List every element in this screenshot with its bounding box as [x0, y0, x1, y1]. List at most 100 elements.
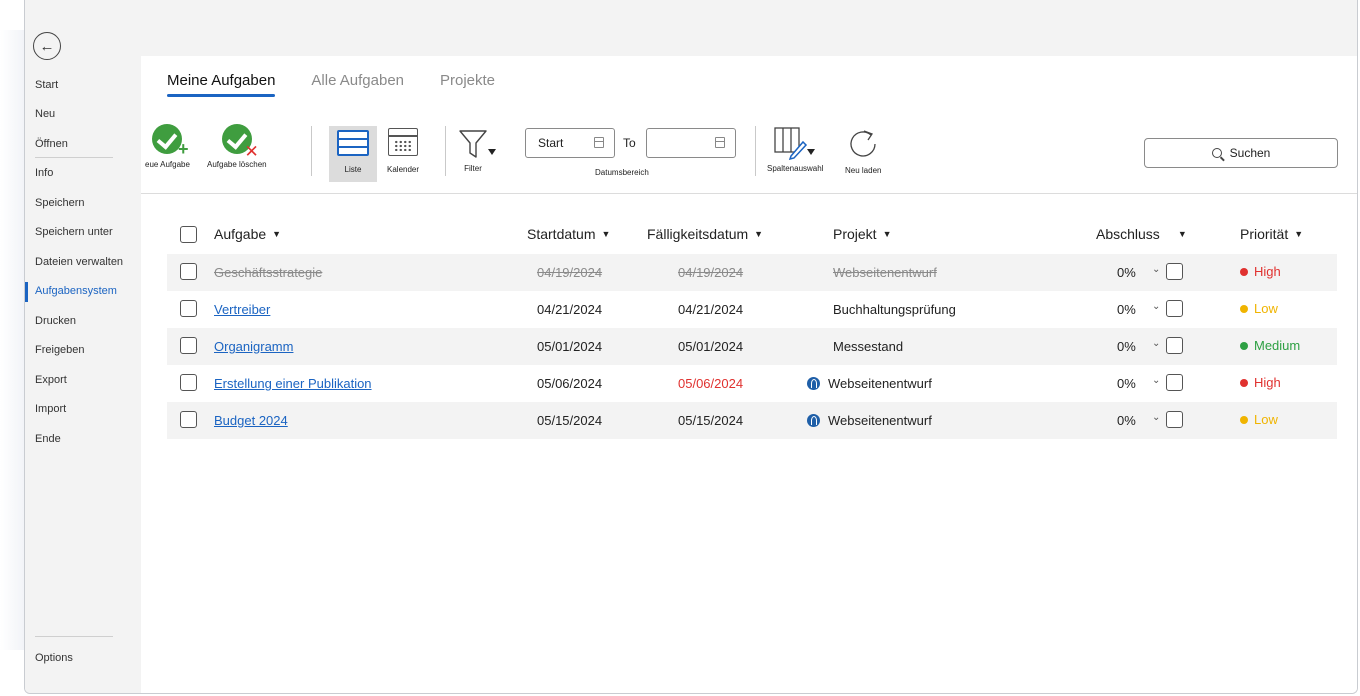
date-to-label: To	[623, 136, 636, 150]
reload-label: Neu laden	[845, 166, 882, 175]
project-name: Webseitenentwurf	[833, 265, 937, 280]
row-checkbox[interactable]	[180, 411, 197, 428]
column-header-task[interactable]: Aufgabe ▼	[214, 226, 281, 242]
sidebar-item-options[interactable]: Options	[35, 652, 73, 664]
task-link[interactable]: Budget 2024	[214, 413, 288, 428]
priority-dot-icon	[1240, 415, 1248, 424]
table-row[interactable]: Erstellung einer Publikation 05/06/2024 …	[167, 365, 1337, 402]
priority-badge: Medium	[1240, 338, 1300, 353]
project-cell: Webseitenentwurf	[807, 413, 932, 428]
select-all-checkbox[interactable]	[180, 226, 197, 243]
priority-dot-icon	[1240, 341, 1248, 350]
priority-badge: Low	[1240, 301, 1278, 316]
column-header-due[interactable]: Fälligkeitsdatum ▼	[647, 226, 763, 242]
calendar-view-button[interactable]: Kalender	[387, 128, 419, 174]
tab-meine-aufgaben[interactable]: Meine Aufgaben	[167, 72, 276, 97]
date-end-input[interactable]	[646, 128, 736, 158]
sidebar-menu: Start Neu Öffnen Info Speichern Speicher…	[25, 70, 141, 454]
row-checkbox[interactable]	[180, 300, 197, 317]
delete-task-icon: ✕	[221, 124, 259, 160]
project-name: Messestand	[833, 339, 904, 354]
search-input[interactable]: Suchen	[1144, 138, 1338, 168]
list-view-button[interactable]: Liste	[337, 130, 369, 174]
sort-caret-icon: ▼	[272, 229, 282, 239]
completion-value[interactable]: 0%	[1117, 302, 1136, 317]
completion-value[interactable]: 0%	[1117, 413, 1136, 428]
column-header-start[interactable]: Startdatum ▼	[527, 226, 610, 242]
sidebar-item-speichern-unter[interactable]: Speichern unter	[25, 218, 141, 248]
new-task-label: eue Aufgabe	[145, 160, 190, 169]
sort-caret-icon: ▼	[1177, 229, 1187, 239]
column-header-priority[interactable]: Priorität ▼	[1240, 226, 1303, 242]
task-name[interactable]: Geschäftsstrategie	[214, 265, 322, 280]
delete-task-button[interactable]: ✕ Aufgabe löschen	[207, 124, 267, 169]
column-chooser-label: Spaltenauswahl	[767, 164, 824, 173]
complete-checkbox[interactable]	[1166, 411, 1183, 428]
sidebar-item-import[interactable]: Import	[25, 395, 141, 425]
reload-button[interactable]: Neu laden	[845, 128, 881, 175]
row-checkbox[interactable]	[180, 337, 197, 354]
due-date: 05/15/2024	[678, 413, 744, 428]
sidebar-item-neu[interactable]: Neu	[25, 100, 141, 130]
row-checkbox[interactable]	[180, 263, 197, 280]
chevron-down-icon[interactable]: ⌄	[1152, 338, 1160, 349]
completion-value[interactable]: 0%	[1117, 376, 1136, 391]
sidebar-item-oeffnen[interactable]: Öffnen	[25, 129, 141, 159]
column-header-completion[interactable]: Abschluss ▼	[1096, 226, 1187, 242]
column-chooser-button[interactable]: Spaltenauswahl	[767, 126, 823, 173]
tab-projekte[interactable]: Projekte	[440, 72, 495, 95]
filter-button[interactable]: Filter	[458, 128, 496, 173]
sidebar-item-aufgabensystem[interactable]: Aufgabensystem	[25, 277, 141, 307]
sidebar-item-export[interactable]: Export	[25, 365, 141, 395]
delete-task-label: Aufgabe löschen	[207, 160, 267, 169]
table-row[interactable]: Geschäftsstrategie 04/19/2024 04/19/2024…	[167, 254, 1337, 291]
chevron-down-icon[interactable]: ⌄	[1152, 375, 1160, 386]
column-header-project[interactable]: Projekt ▼	[833, 226, 892, 242]
date-start-input[interactable]: Start	[525, 128, 615, 158]
backstage-sidebar: ← Start Neu Öffnen Info Speichern Speich…	[25, 0, 141, 693]
start-date: 05/06/2024	[537, 376, 603, 391]
sort-caret-icon: ▼	[754, 229, 764, 239]
due-date: 04/19/2024	[678, 265, 744, 280]
complete-checkbox[interactable]	[1166, 300, 1183, 317]
sidebar-item-drucken[interactable]: Drucken	[25, 306, 141, 336]
due-date: 04/21/2024	[678, 302, 744, 317]
sidebar-item-ende[interactable]: Ende	[25, 424, 141, 454]
complete-checkbox[interactable]	[1166, 263, 1183, 280]
project-name: Buchhaltungsprüfung	[833, 302, 956, 317]
task-link[interactable]: Erstellung einer Publikation	[214, 376, 372, 391]
table-row[interactable]: Organigramm 05/01/2024 05/01/2024 Messes…	[167, 328, 1337, 365]
new-task-button[interactable]: + eue Aufgabe	[145, 124, 190, 169]
date-picker-icon[interactable]	[715, 137, 725, 148]
completion-value[interactable]: 0%	[1117, 339, 1136, 354]
completion-value[interactable]: 0%	[1117, 265, 1136, 280]
row-checkbox[interactable]	[180, 374, 197, 391]
sidebar-item-start[interactable]: Start	[25, 70, 141, 100]
chevron-down-icon[interactable]: ⌄	[1152, 301, 1160, 312]
complete-checkbox[interactable]	[1166, 374, 1183, 391]
back-arrow-icon[interactable]: ←	[33, 32, 61, 60]
chevron-down-icon[interactable]: ⌄	[1152, 412, 1160, 423]
search-icon	[1211, 148, 1222, 158]
date-picker-icon[interactable]	[594, 137, 604, 148]
chevron-down-icon[interactable]: ⌄	[1152, 264, 1160, 275]
tab-alle-aufgaben[interactable]: Alle Aufgaben	[311, 72, 404, 95]
table-row[interactable]: Vertreiber 04/21/2024 04/21/2024 Buchhal…	[167, 291, 1337, 328]
sidebar-item-dateien-verwalten[interactable]: Dateien verwalten	[25, 247, 141, 277]
sidebar-divider	[35, 636, 113, 637]
task-link[interactable]: Vertreiber	[214, 302, 270, 317]
priority-dot-icon	[1240, 378, 1248, 387]
sidebar-item-freigeben[interactable]: Freigeben	[25, 336, 141, 366]
ribbon-toolbar: + eue Aufgabe ✕ Aufgabe löschen Liste Ka…	[141, 112, 1357, 194]
start-date: 05/15/2024	[537, 413, 603, 428]
ribbon-divider	[755, 126, 756, 176]
task-link[interactable]: Organigramm	[214, 339, 293, 354]
project-name: Webseitenentwurf	[828, 413, 932, 428]
view-tabs: Meine Aufgaben Alle Aufgaben Projekte	[167, 72, 531, 97]
main-panel: Meine Aufgaben Alle Aufgaben Projekte + …	[141, 0, 1357, 693]
sidebar-item-speichern[interactable]: Speichern	[25, 188, 141, 218]
table-row[interactable]: Budget 2024 05/15/2024 05/15/2024 Websei…	[167, 402, 1337, 439]
complete-checkbox[interactable]	[1166, 337, 1183, 354]
sidebar-item-info[interactable]: Info	[25, 159, 141, 189]
due-date-overdue: 05/06/2024	[678, 376, 744, 391]
